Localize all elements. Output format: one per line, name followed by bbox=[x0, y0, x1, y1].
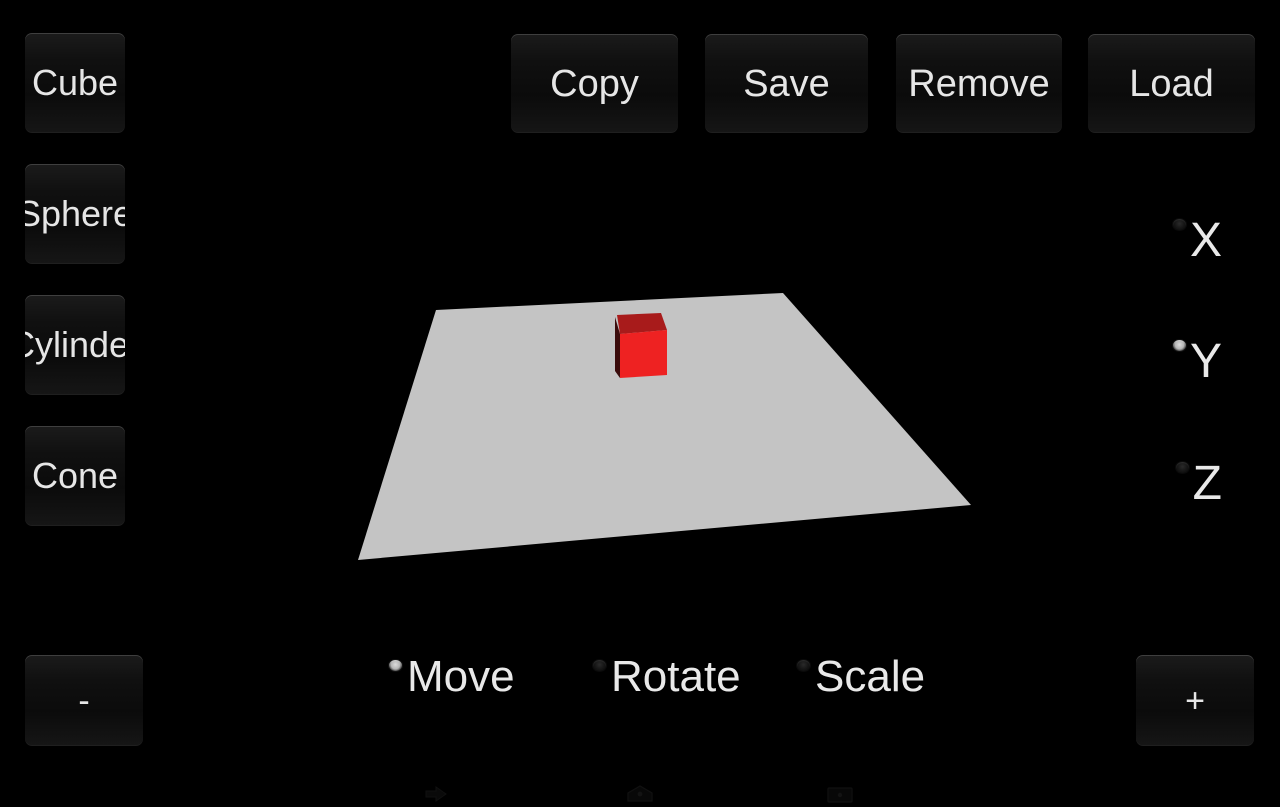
mode-radio-scale[interactable]: Scale bbox=[797, 655, 925, 699]
radio-indicator-icon[interactable] bbox=[797, 660, 810, 671]
shape-button-cube-label: Cube bbox=[31, 62, 119, 103]
increment-button-label: + bbox=[1185, 681, 1205, 720]
mode-radio-rotate-label: Rotate bbox=[611, 652, 741, 701]
shape-button-cylinder-label: Cylinder bbox=[25, 324, 125, 365]
nav-back-button[interactable] bbox=[412, 781, 468, 807]
axis-radio-y-label: Y bbox=[1189, 335, 1222, 388]
app-root: Cube Sphere Cylinder Cone Copy Save Remo… bbox=[0, 0, 1280, 803]
save-button-label: Save bbox=[743, 62, 830, 105]
recent-apps-icon bbox=[812, 781, 868, 807]
shape-button-sphere-label: Sphere bbox=[25, 193, 125, 234]
axis-radio-x-label: X bbox=[1189, 214, 1222, 267]
load-button[interactable]: Load bbox=[1088, 34, 1255, 133]
mode-radio-rotate[interactable]: Rotate bbox=[593, 655, 741, 699]
shape-button-cube[interactable]: Cube bbox=[25, 33, 125, 133]
copy-button[interactable]: Copy bbox=[511, 34, 678, 133]
system-navigation-bar bbox=[0, 774, 1280, 803]
shape-button-cone[interactable]: Cone bbox=[25, 426, 125, 526]
radio-indicator-icon[interactable] bbox=[593, 660, 606, 671]
back-icon bbox=[412, 781, 468, 807]
decrement-button[interactable]: - bbox=[25, 655, 143, 746]
save-button[interactable]: Save bbox=[705, 34, 868, 133]
copy-button-label: Copy bbox=[550, 62, 639, 105]
load-button-label: Load bbox=[1129, 62, 1214, 105]
axis-radio-z-label: Z bbox=[1192, 457, 1222, 510]
remove-button[interactable]: Remove bbox=[896, 34, 1062, 133]
nav-recent-apps-button[interactable] bbox=[812, 781, 868, 807]
radio-indicator-icon[interactable] bbox=[389, 660, 402, 671]
remove-button-label: Remove bbox=[908, 62, 1050, 105]
nav-home-button[interactable] bbox=[612, 781, 668, 807]
radio-indicator-icon[interactable] bbox=[1172, 219, 1186, 230]
shape-button-sphere[interactable]: Sphere bbox=[25, 164, 125, 264]
increment-button[interactable]: + bbox=[1136, 655, 1254, 746]
decrement-button-label: - bbox=[78, 681, 90, 720]
shape-button-cylinder[interactable]: Cylinder bbox=[25, 295, 125, 395]
radio-indicator-icon[interactable] bbox=[1175, 462, 1189, 473]
shape-button-cone-label: Cone bbox=[31, 455, 119, 496]
mode-radio-scale-label: Scale bbox=[815, 652, 926, 701]
axis-radio-x[interactable]: X bbox=[1172, 214, 1222, 267]
home-icon bbox=[612, 781, 668, 807]
axis-radio-y[interactable]: Y bbox=[1172, 335, 1222, 388]
cube-front-face[interactable] bbox=[620, 330, 667, 378]
axis-radio-z[interactable]: Z bbox=[1175, 457, 1222, 510]
mode-radio-move-label: Move bbox=[407, 652, 515, 701]
radio-indicator-icon[interactable] bbox=[1172, 340, 1186, 351]
mode-radio-move[interactable]: Move bbox=[389, 655, 515, 699]
